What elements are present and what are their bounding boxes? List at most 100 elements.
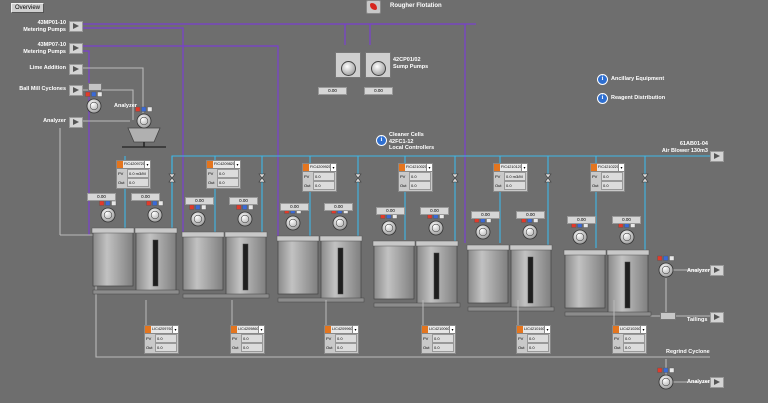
air-valve-icon[interactable] — [258, 173, 266, 183]
analyzer-gauge-right[interactable] — [657, 255, 675, 278]
controller-tag: LIC4210160 — [524, 327, 544, 331]
air-valve-icon[interactable] — [451, 173, 459, 183]
air-valve-icon[interactable] — [354, 173, 362, 183]
reagent-distribution-link[interactable]: Reagent Distribution — [611, 95, 665, 102]
out-value[interactable]: 0.0 — [601, 181, 623, 190]
ancillary-equipment-link[interactable]: Ancillary Equipment — [611, 76, 664, 83]
out-value[interactable]: 0.0 — [217, 178, 239, 187]
air-valve-icon[interactable] — [544, 173, 552, 183]
cell-gauge[interactable] — [427, 213, 445, 236]
out-label: Out — [304, 183, 311, 188]
chevron-down-icon[interactable]: ▾ — [449, 326, 455, 333]
sump-pump-2[interactable] — [365, 52, 391, 78]
cell-gauge[interactable] — [146, 200, 164, 223]
analyzer-gauge-bottom[interactable] — [657, 367, 675, 390]
chevron-down-icon[interactable]: ▾ — [330, 164, 336, 171]
arrow-icon[interactable] — [710, 312, 724, 323]
cell-gauge[interactable] — [521, 217, 539, 240]
cell-gauge[interactable] — [331, 208, 349, 231]
cell-value: 0.00 — [324, 203, 353, 211]
out-value[interactable]: 0.0 — [155, 343, 177, 352]
flotation-cell-bank[interactable] — [276, 235, 365, 303]
flow-controller-faceplate[interactable]: FIC4209820 ▾ PV 0.0 Out 0.0 — [206, 160, 241, 189]
cell-gauge[interactable] — [474, 217, 492, 240]
flotation-cell-bank[interactable] — [91, 227, 180, 295]
cell-gauge[interactable] — [380, 213, 398, 236]
level-controller-faceplate[interactable]: LIC4209960 ▾ PV 0.0 Out 0.0 — [324, 325, 359, 354]
flow-controller-faceplate[interactable]: FIC4210220 ▾ PV 0.0 Out 0.0 — [590, 163, 625, 192]
overview-button[interactable]: Overview — [11, 3, 45, 13]
out-value[interactable]: 0.0 — [335, 343, 357, 352]
flotation-tank — [92, 231, 134, 287]
level-controller-faceplate[interactable]: LIC4210160 ▾ PV 0.0 Out 0.0 — [516, 325, 551, 354]
arrow-icon[interactable] — [69, 43, 83, 54]
pv-value: 0.0 — [313, 172, 335, 181]
flotation-cell-bank[interactable] — [181, 231, 270, 299]
reagent-distribution-icon[interactable]: i — [597, 93, 608, 104]
out-value[interactable]: 0.0 — [241, 343, 263, 352]
conditioning-tank[interactable] — [122, 127, 166, 148]
chevron-down-icon[interactable]: ▾ — [234, 161, 240, 168]
out-value[interactable]: 0.0 — [504, 181, 526, 190]
out-value[interactable]: 0.0 — [432, 343, 454, 352]
pv-value: 0.0 — [409, 172, 431, 181]
analyzer-gauge[interactable] — [85, 91, 103, 114]
flow-controller-faceplate[interactable]: FIC4210020 ▾ PV 0.0 Out 0.0 — [398, 163, 433, 192]
level-indicator — [337, 247, 344, 295]
flotation-cell-bank[interactable] — [563, 249, 652, 317]
cell-gauge[interactable] — [189, 204, 207, 227]
level-controller-faceplate[interactable]: LIC4210060 ▾ PV 0.0 Out 0.0 — [421, 325, 456, 354]
source-label-analyzer: Analyzer — [43, 118, 66, 124]
arrow-icon[interactable] — [710, 265, 724, 276]
out-label: Out — [232, 345, 239, 350]
pv-value: 0.0 — [432, 334, 454, 343]
chevron-down-icon[interactable]: ▾ — [172, 326, 178, 333]
out-value[interactable]: 0.0 — [313, 181, 335, 190]
out-value[interactable]: 0.0 — [623, 343, 645, 352]
cell-gauge[interactable] — [618, 222, 636, 245]
out-value[interactable]: 0.0 — [127, 178, 149, 187]
chevron-down-icon[interactable]: ▾ — [258, 326, 264, 333]
air-valve-icon[interactable] — [641, 173, 649, 183]
chevron-down-icon[interactable]: ▾ — [521, 164, 527, 171]
chevron-down-icon[interactable]: ▾ — [352, 326, 358, 333]
arrow-icon[interactable] — [69, 64, 83, 75]
level-indicator — [624, 261, 631, 309]
flotation-cell-bank[interactable] — [372, 240, 461, 308]
conditioner-gauge[interactable] — [135, 106, 153, 129]
level-controller-faceplate[interactable]: LIC4209760 ▾ PV 0.0 Out 0.0 — [144, 325, 179, 354]
flotation-tank — [467, 248, 509, 304]
pv-value: 0.0 — [241, 334, 263, 343]
chevron-down-icon[interactable]: ▾ — [640, 326, 646, 333]
level-controller-faceplate[interactable]: LIC4209860 ▾ PV 0.0 Out 0.0 — [230, 325, 265, 354]
chevron-down-icon[interactable]: ▾ — [426, 164, 432, 171]
rougher-flotation-icon[interactable] — [366, 0, 381, 14]
chevron-down-icon[interactable]: ▾ — [144, 161, 150, 168]
out-label: Out — [208, 180, 215, 185]
cell-gauge[interactable] — [236, 204, 254, 227]
cell-gauge[interactable] — [571, 222, 589, 245]
cell-gauge[interactable] — [99, 200, 117, 223]
arrow-icon[interactable] — [69, 21, 83, 32]
pv-value: 0.0 m3/M — [504, 172, 526, 181]
cleaner-cells-icon[interactable]: i — [376, 135, 387, 146]
arrow-icon[interactable] — [69, 117, 83, 128]
chevron-down-icon[interactable]: ▾ — [544, 326, 550, 333]
level-controller-faceplate[interactable]: LIC4210260 ▾ PV 0.0 Out 0.0 — [612, 325, 647, 354]
cell-value: 0.00 — [131, 193, 160, 201]
out-value[interactable]: 0.0 — [409, 181, 431, 190]
flotation-cell-bank[interactable] — [466, 244, 555, 312]
out-value[interactable]: 0.0 — [527, 343, 549, 352]
flow-controller-faceplate[interactable]: FIC4209720 ▾ PV 0.0 m3/M Out 0.0 — [116, 160, 151, 189]
arrow-icon[interactable] — [69, 85, 83, 96]
cell-value: 0.00 — [87, 193, 116, 201]
air-valve-icon[interactable] — [168, 173, 176, 183]
arrow-icon[interactable] — [710, 377, 724, 388]
sump-pump-1[interactable] — [335, 52, 361, 78]
ancillary-equipment-icon[interactable]: i — [597, 74, 608, 85]
flow-controller-faceplate[interactable]: FIC4210120 ▾ PV 0.0 m3/M Out 0.0 — [493, 163, 528, 192]
arrow-icon[interactable] — [710, 151, 724, 162]
flow-controller-faceplate[interactable]: FIC4209920 ▾ PV 0.0 Out 0.0 — [302, 163, 337, 192]
chevron-down-icon[interactable]: ▾ — [618, 164, 624, 171]
cell-gauge[interactable] — [284, 208, 302, 231]
